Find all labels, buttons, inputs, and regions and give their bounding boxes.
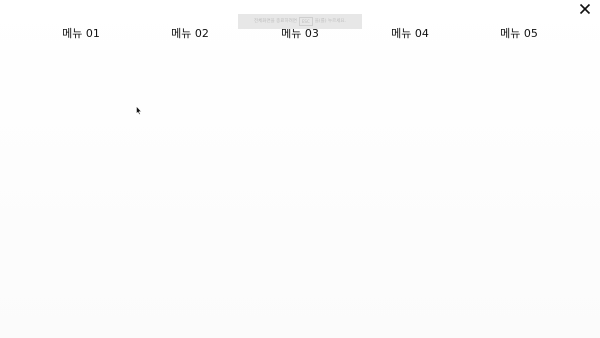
- menu-item-05[interactable]: 메뉴 05: [500, 24, 538, 44]
- menu-item-04[interactable]: 메뉴 04: [391, 24, 429, 44]
- mouse-pointer-icon: [136, 106, 142, 115]
- close-icon: [579, 3, 591, 15]
- close-button[interactable]: [576, 0, 594, 18]
- notice-key: ESC: [298, 17, 313, 26]
- menu-item-01[interactable]: 메뉴 01: [62, 24, 100, 44]
- fullscreen-menu-overlay: 메뉴 01 메뉴 02 메뉴 03 메뉴 04 메뉴 05 전체화면을 종료하려…: [0, 0, 600, 338]
- menu-item-02[interactable]: 메뉴 02: [171, 24, 209, 44]
- notice-text-before: 전체화면을 종료하려면: [254, 19, 297, 24]
- fullscreen-exit-notice: 전체화면을 종료하려면 ESC 을(를) 누르세요.: [238, 14, 362, 29]
- notice-text-after: 을(를) 누르세요.: [314, 19, 346, 24]
